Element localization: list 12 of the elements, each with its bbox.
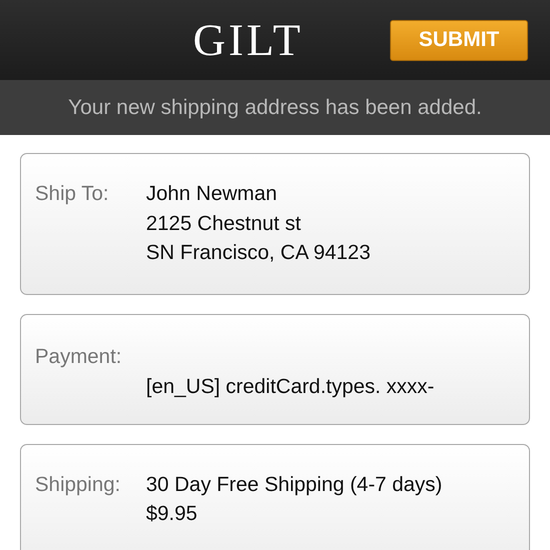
card-value: [en_US] creditCard.types. xxxx- — [146, 374, 436, 400]
card-label: Payment: — [35, 344, 123, 370]
card-label: Shipping: — [35, 472, 122, 498]
card-value: 30 Day Free Shipping (4-7 days) — [146, 472, 442, 498]
submit-button[interactable]: SUBMIT — [390, 20, 528, 60]
logo: GILT — [193, 14, 304, 66]
card-value: John Newman — [146, 181, 278, 207]
card-value: 2125 Chestnut st — [146, 210, 302, 236]
card-value: $9.95 — [146, 501, 198, 527]
card-value: SN Francisco, CA 94123 — [146, 240, 370, 266]
card-label: Ship To: — [35, 181, 110, 207]
notice-text: Your new shipping address has been added. — [68, 96, 482, 120]
